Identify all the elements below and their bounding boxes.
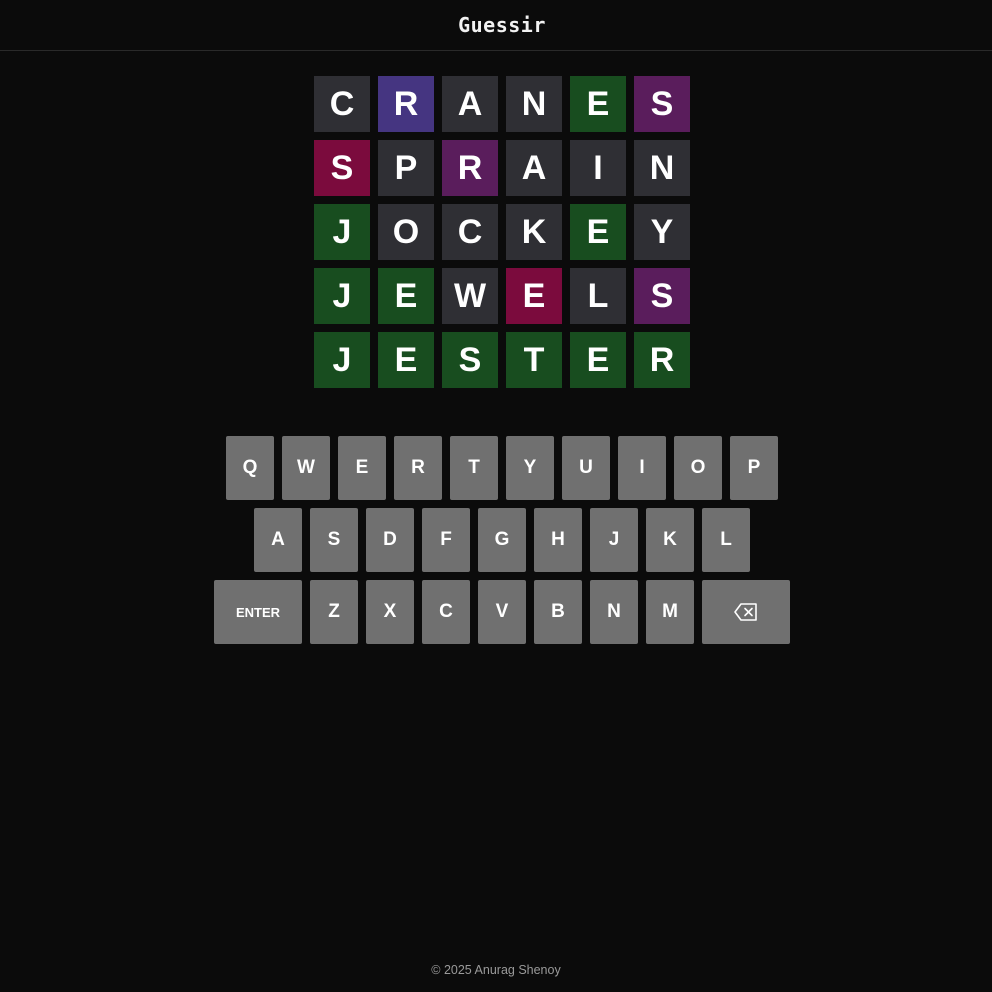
tile-r1-c2: R [378, 76, 434, 132]
page-title: Guessir [458, 13, 546, 37]
key-u[interactable]: U [562, 436, 610, 500]
tile-r3-c2: O [378, 204, 434, 260]
key-a[interactable]: A [254, 508, 302, 572]
tile-r5-c5: E [570, 332, 626, 388]
tile-r2-c6: N [634, 140, 690, 196]
key-b[interactable]: B [534, 580, 582, 644]
key-y[interactable]: Y [506, 436, 554, 500]
key-i[interactable]: I [618, 436, 666, 500]
key-x[interactable]: X [366, 580, 414, 644]
tile-r3-c6: Y [634, 204, 690, 260]
tile-r4-c5: L [570, 268, 626, 324]
key-r[interactable]: R [394, 436, 442, 500]
keyboard-row-2: ASDFGHJKL [0, 508, 992, 572]
key-d[interactable]: D [366, 508, 414, 572]
tile-r3-c1: J [314, 204, 370, 260]
tile-r5-c2: E [378, 332, 434, 388]
key-q[interactable]: Q [226, 436, 274, 500]
tile-r2-c4: A [506, 140, 562, 196]
key-c[interactable]: C [422, 580, 470, 644]
footer-copyright: © 2025 Anurag Shenoy [431, 963, 561, 977]
key-w[interactable]: W [282, 436, 330, 500]
key-m[interactable]: M [646, 580, 694, 644]
keyboard-row-1: QWERTYUIOP [0, 436, 992, 500]
tile-r2-c1: S [314, 140, 370, 196]
backspace-key[interactable] [702, 580, 790, 644]
tile-r3-c4: K [506, 204, 562, 260]
key-v[interactable]: V [478, 580, 526, 644]
tile-r1-c6: S [634, 76, 690, 132]
tile-r5-c4: T [506, 332, 562, 388]
tile-r5-c3: S [442, 332, 498, 388]
game-page: Guessir CRANESSPRAINJOCKEYJEWELSJESTER Q… [0, 0, 992, 992]
tile-r1-c1: C [314, 76, 370, 132]
key-k[interactable]: K [646, 508, 694, 572]
on-screen-keyboard: Q W E R T Y U I O P A S D F G H J K L ENTER Z X C V B N M [0, 436, 992, 652]
key-n[interactable]: N [590, 580, 638, 644]
key-g[interactable]: G [478, 508, 526, 572]
header: Guessir [0, 0, 992, 51]
tile-r4-c2: E [378, 268, 434, 324]
tile-r4-c1: J [314, 268, 370, 324]
tile-r4-c3: W [442, 268, 498, 324]
enter-key[interactable]: ENTER [214, 580, 302, 644]
key-l[interactable]: L [702, 508, 750, 572]
key-z[interactable]: Z [310, 580, 358, 644]
key-f[interactable]: F [422, 508, 470, 572]
tile-r2-c3: R [442, 140, 498, 196]
tile-r4-c4: E [506, 268, 562, 324]
tile-r1-c5: E [570, 76, 626, 132]
tile-r4-c6: S [634, 268, 690, 324]
tile-r5-c1: J [314, 332, 370, 388]
tile-r1-c4: N [506, 76, 562, 132]
key-s[interactable]: S [310, 508, 358, 572]
tile-r3-c3: C [442, 204, 498, 260]
tile-r5-c6: R [634, 332, 690, 388]
keyboard-row-3: ENTER Z X C V B N M [0, 580, 992, 644]
key-j[interactable]: J [590, 508, 638, 572]
tile-r2-c2: P [378, 140, 434, 196]
tile-r1-c3: A [442, 76, 498, 132]
key-h[interactable]: H [534, 508, 582, 572]
key-e[interactable]: E [338, 436, 386, 500]
key-o[interactable]: O [674, 436, 722, 500]
backspace-icon [734, 603, 757, 621]
key-t[interactable]: T [450, 436, 498, 500]
tile-r3-c5: E [570, 204, 626, 260]
tile-r2-c5: I [570, 140, 626, 196]
key-p[interactable]: P [730, 436, 778, 500]
guess-board: CRANESSPRAINJOCKEYJEWELSJESTER [314, 76, 690, 388]
